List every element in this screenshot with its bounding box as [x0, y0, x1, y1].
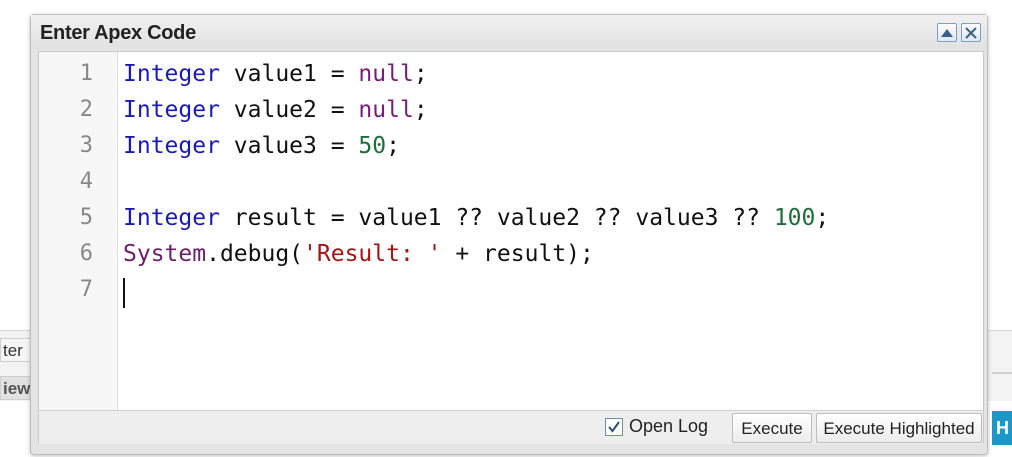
- code-line[interactable]: Integer value3 = 50;: [123, 128, 400, 164]
- execute-button[interactable]: Execute: [732, 413, 812, 443]
- line-number: 4: [79, 169, 93, 194]
- line-number: 7: [79, 277, 93, 302]
- code-editor[interactable]: 1 2 3 4 5 6 7 Integer value1 = null; Int…: [38, 51, 984, 444]
- close-button[interactable]: [961, 23, 981, 42]
- code-token: null: [358, 61, 414, 87]
- background-divider: [992, 372, 1012, 374]
- code-token: value2 =: [219, 97, 359, 123]
- close-icon: [965, 26, 977, 39]
- text-caret: [123, 278, 125, 308]
- line-number: 1: [79, 61, 93, 86]
- dialog-header[interactable]: Enter Apex Code: [31, 15, 987, 49]
- checkmark-icon: [608, 420, 620, 433]
- code-line[interactable]: Integer result = value1 ?? value2 ?? val…: [123, 200, 829, 236]
- code-token: value3 =: [219, 133, 359, 159]
- code-token: .debug(: [206, 241, 304, 267]
- code-token: null: [358, 97, 414, 123]
- line-number: 3: [79, 133, 93, 158]
- open-log-label: Open Log: [629, 416, 709, 436]
- code-token: ;: [386, 133, 400, 159]
- code-token: 100: [773, 205, 816, 231]
- execute-highlighted-button[interactable]: Execute Highlighted: [816, 413, 982, 443]
- code-token: Integer: [123, 133, 220, 159]
- code-token: result = value1 ?? value2 ?? value3 ??: [219, 205, 774, 231]
- code-token: ;: [413, 97, 428, 123]
- dialog-title: Enter Apex Code: [40, 22, 196, 44]
- code-token: + result);: [441, 241, 594, 267]
- code-token: 'Result: ': [303, 241, 442, 267]
- open-log-checkbox[interactable]: [605, 417, 623, 436]
- code-line[interactable]: System.debug('Result: ' + result);: [123, 236, 594, 272]
- enter-apex-code-dialog: Enter Apex Code 1 2 3 4 5 6 7 Integer va…: [30, 14, 988, 455]
- line-number: 6: [79, 241, 93, 266]
- editor-footer: Open Log Execute Execute Highlighted: [39, 410, 983, 444]
- code-line[interactable]: Integer value1 = null;: [123, 56, 428, 92]
- background-help-button[interactable]: H: [992, 411, 1012, 445]
- code-token: System: [123, 241, 207, 267]
- code-token: ;: [413, 61, 428, 87]
- line-number-gutter: 1 2 3 4 5 6 7: [39, 52, 118, 410]
- code-token: Integer: [123, 205, 220, 231]
- triangle-up-icon: [941, 28, 953, 37]
- code-token: 50: [358, 133, 387, 159]
- line-number: 5: [79, 205, 93, 230]
- code-token: Integer: [123, 97, 220, 123]
- collapse-button[interactable]: [937, 23, 957, 42]
- line-number: 2: [79, 97, 93, 122]
- code-token: Integer: [123, 61, 220, 87]
- open-log-option[interactable]: Open Log: [605, 416, 708, 437]
- code-line[interactable]: Integer value2 = null;: [123, 92, 428, 128]
- code-token: ;: [815, 205, 830, 231]
- code-token: value1 =: [219, 61, 359, 87]
